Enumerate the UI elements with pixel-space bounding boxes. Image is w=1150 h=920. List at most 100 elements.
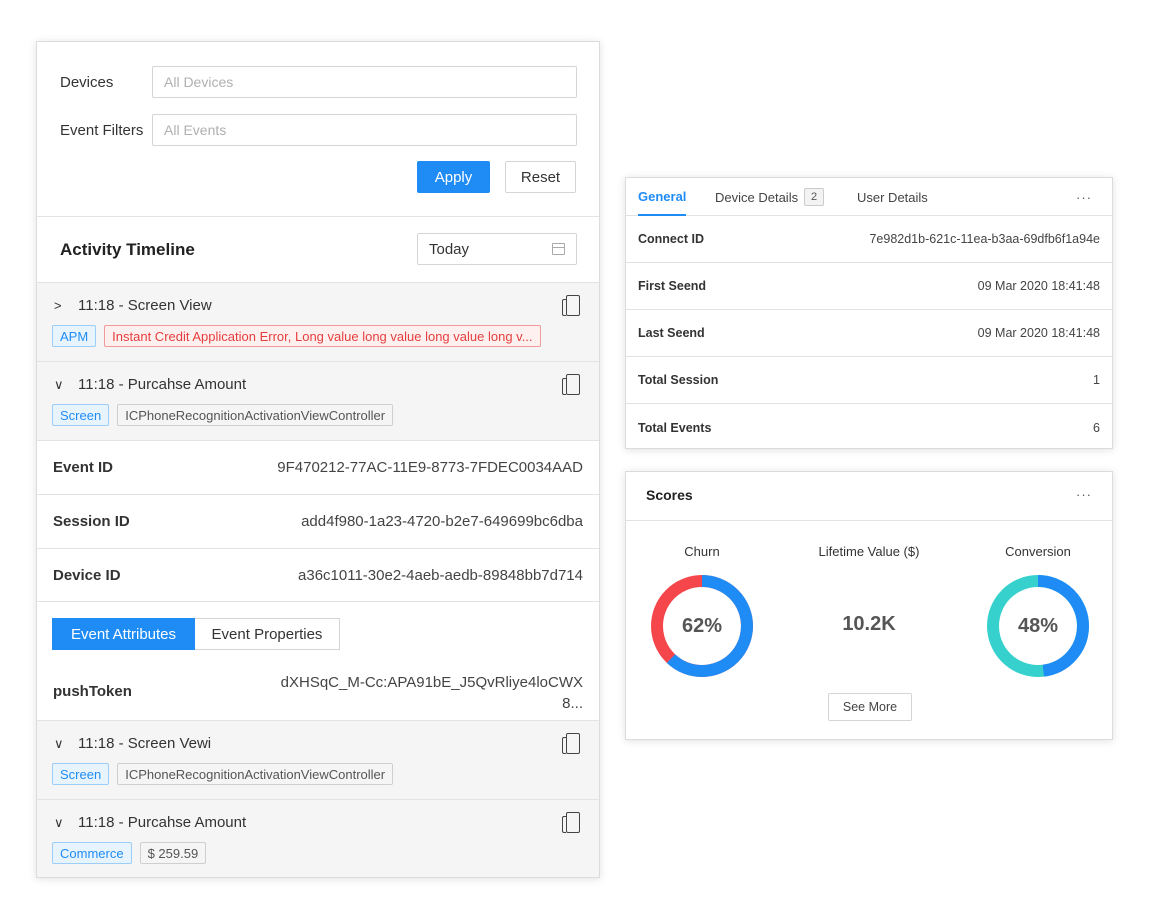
info-value: 7e982d1b-621c-11ea-b3aa-69dfb6f1a94e: [869, 232, 1100, 246]
reset-button[interactable]: Reset: [505, 161, 576, 193]
tab-user-details[interactable]: User Details: [857, 178, 928, 216]
info-key: First Seend: [638, 279, 707, 293]
detail-value: 9F470212-77AC-11E9-8773-7FDEC0034AAD: [277, 459, 583, 476]
info-value: 09 Mar 2020 18:41:48: [977, 326, 1100, 340]
total-session-row: Total Session 1: [626, 357, 1112, 404]
timeline-event[interactable]: > 11:18 - Screen View APM Instant Credit…: [37, 282, 599, 361]
total-events-row: Total Events 6: [626, 404, 1112, 451]
lifetime-value-label: Lifetime Value ($): [818, 544, 920, 559]
chevron-down-icon[interactable]: ∨: [54, 377, 78, 393]
devices-filter-row: Devices All Devices: [60, 66, 577, 98]
detail-value: a36c1011-30e2-4aeb-aedb-89848bb7d714: [298, 567, 583, 584]
event-type-tag: Screen: [52, 763, 110, 785]
timeline-event[interactable]: ∨ 11:18 - Purcahse Amount Commerce $ 259…: [37, 799, 599, 877]
date-range-select[interactable]: Today: [417, 233, 577, 265]
scores-header: Scores ···: [626, 472, 1112, 521]
tab-event-attributes[interactable]: Event Attributes: [52, 618, 195, 650]
event-title: 11:18 - Screen View: [78, 297, 212, 314]
info-key: Total Session: [638, 373, 719, 387]
info-tabs: General Device Details 2 User Details ··…: [626, 178, 1112, 216]
event-tags: APM Instant Credit Application Error, Lo…: [52, 325, 541, 347]
calendar-icon: [552, 243, 565, 255]
churn-value: 62%: [681, 614, 723, 637]
apply-button[interactable]: Apply: [417, 161, 490, 193]
tab-event-properties[interactable]: Event Properties: [195, 618, 340, 650]
detail-value: add4f980-1a23-4720-b2e7-649699bc6dba: [301, 513, 583, 530]
lifetime-value-score: Lifetime Value ($) 10.2K: [804, 544, 934, 636]
scores-title: Scores: [646, 487, 693, 503]
lifetime-value: 10.2K: [842, 613, 896, 635]
more-options-icon[interactable]: ···: [1076, 178, 1092, 216]
event-id-row: Event ID 9F470212-77AC-11E9-8773-7FDEC00…: [37, 440, 599, 494]
event-tags: Screen ICPhoneRecognitionActivationViewC…: [52, 763, 394, 785]
info-value: 09 Mar 2020 18:41:48: [977, 279, 1100, 293]
churn-score: Churn 62%: [637, 544, 767, 678]
info-key: Total Events: [638, 420, 712, 435]
detail-key: Session ID: [53, 513, 130, 530]
event-tags: Screen ICPhoneRecognitionActivationViewC…: [52, 404, 394, 426]
more-options-icon[interactable]: ···: [1076, 487, 1092, 502]
info-value: 6: [1093, 420, 1100, 435]
divider: [37, 216, 599, 217]
event-type-tag: Commerce: [52, 842, 132, 864]
detail-key: Device ID: [53, 567, 121, 584]
device-icon: [562, 374, 580, 395]
push-token-value: dXHSqC_M-Cc:APA91bE_J5QvRliye4loCWX8...: [280, 674, 583, 712]
event-header[interactable]: ∨ 11:18 - Screen Vewi: [54, 735, 211, 752]
push-token-key: pushToken: [53, 683, 132, 700]
conversion-label: Conversion: [1005, 544, 1071, 559]
device-icon: [562, 812, 580, 833]
count-badge: 2: [804, 188, 825, 206]
last-seen-row: Last Seend 09 Mar 2020 18:41:48: [626, 310, 1112, 357]
chevron-right-icon[interactable]: >: [54, 298, 78, 313]
event-value-tag: ICPhoneRecognitionActivationViewControll…: [117, 763, 394, 785]
devices-label: Devices: [60, 73, 114, 91]
tab-general[interactable]: General: [638, 178, 687, 216]
scores-panel: Scores ··· Churn 62% Lifetime Value ($) …: [625, 471, 1113, 740]
chevron-down-icon[interactable]: ∨: [54, 815, 78, 831]
event-title: 11:18 - Purcahse Amount: [78, 814, 247, 831]
churn-donut: 62%: [650, 574, 754, 678]
device-icon: [562, 295, 580, 316]
devices-select[interactable]: All Devices: [152, 66, 577, 98]
event-title: 11:18 - Purcahse Amount: [78, 376, 247, 393]
churn-label: Churn: [684, 544, 720, 559]
event-title: 11:18 - Screen Vewi: [78, 735, 212, 752]
tab-device-details[interactable]: Device Details 2: [715, 178, 825, 216]
chevron-down-icon[interactable]: ∨: [54, 736, 78, 752]
timeline-event[interactable]: ∨ 11:18 - Purcahse Amount Screen ICPhone…: [37, 361, 599, 440]
first-seen-row: First Seend 09 Mar 2020 18:41:48: [626, 263, 1112, 310]
session-id-row: Session ID add4f980-1a23-4720-b2e7-64969…: [37, 494, 599, 548]
event-header[interactable]: > 11:18 - Screen View: [54, 297, 212, 314]
event-filters-label: Event Filters: [60, 121, 144, 139]
divider: [37, 601, 599, 602]
see-more-button[interactable]: See More: [828, 693, 912, 721]
conversion-value: 48%: [1017, 614, 1059, 637]
event-type-tag: APM: [52, 325, 97, 347]
info-value: 1: [1093, 373, 1100, 387]
timeline-title: Activity Timeline: [60, 240, 195, 259]
event-tags: Commerce $ 259.59: [52, 842, 207, 864]
activity-panel: Devices All Devices Event Filters All Ev…: [36, 41, 600, 878]
info-key: Connect ID: [638, 232, 704, 246]
event-type-tag: Screen: [52, 404, 110, 426]
device-info-panel: General Device Details 2 User Details ··…: [625, 177, 1113, 449]
event-header[interactable]: ∨ 11:18 - Purcahse Amount: [54, 814, 246, 831]
tab-label: Device Details: [715, 189, 799, 205]
event-filters-row: Event Filters All Events: [60, 114, 577, 146]
connect-id-row: Connect ID 7e982d1b-621c-11ea-b3aa-69dfb…: [626, 216, 1112, 263]
detail-key: Event ID: [53, 459, 114, 476]
event-filters-select[interactable]: All Events: [152, 114, 577, 146]
event-error-tag: Instant Credit Application Error, Long v…: [104, 325, 541, 347]
attributes-segmented-control: Event Attributes Event Properties: [52, 618, 340, 650]
conversion-donut: 48%: [986, 574, 1090, 678]
event-value-tag: $ 259.59: [139, 842, 207, 864]
device-id-row: Device ID a36c1011-30e2-4aeb-aedb-89848b…: [37, 548, 599, 602]
timeline-event[interactable]: ∨ 11:18 - Screen Vewi Screen ICPhoneReco…: [37, 720, 599, 799]
device-icon: [562, 733, 580, 754]
date-range-value: Today: [429, 240, 470, 258]
info-key: Last Seend: [638, 326, 705, 340]
event-value-tag: ICPhoneRecognitionActivationViewControll…: [117, 404, 394, 426]
event-header[interactable]: ∨ 11:18 - Purcahse Amount: [54, 376, 246, 393]
conversion-score: Conversion 48%: [973, 544, 1103, 678]
